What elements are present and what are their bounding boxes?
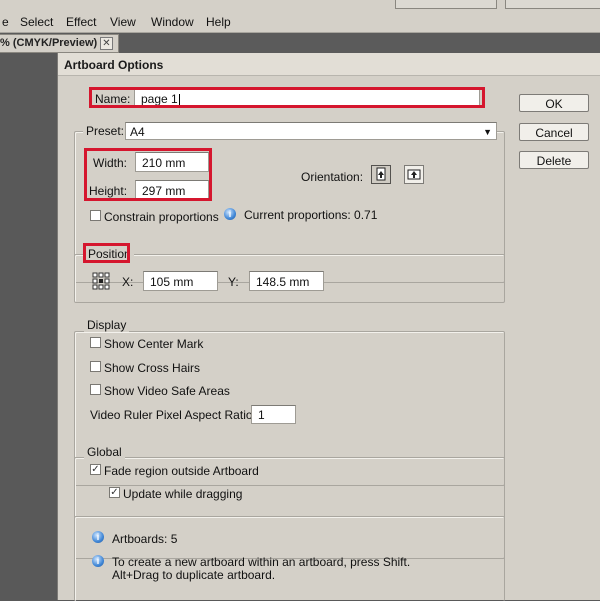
position-highlight-box (83, 243, 130, 263)
update-dragging-label: Update while dragging (123, 487, 243, 501)
document-tab-strip: % (CMYK/Preview) ✕ (0, 33, 600, 53)
name-highlight-box (89, 87, 485, 108)
x-position-value: 105 mm (150, 275, 194, 289)
show-center-mark-checkbox[interactable] (90, 337, 101, 348)
video-ratio-label: Video Ruler Pixel Aspect Ratio: (90, 408, 256, 422)
menu-item-window[interactable]: Window (151, 15, 194, 29)
artboards-count: Artboards: 5 (112, 532, 178, 546)
portrait-orientation-button[interactable] (371, 165, 391, 184)
update-dragging-checkbox[interactable]: ✓ (109, 487, 120, 498)
show-center-mark-label: Show Center Mark (104, 337, 204, 351)
document-tab-label: % (CMYK/Preview) (0, 37, 98, 49)
info-icon: i (92, 531, 104, 543)
close-icon[interactable]: ✕ (100, 37, 113, 50)
y-position-input[interactable]: 148.5 mm (249, 271, 324, 291)
menu-item-effect[interactable]: Effect (66, 15, 96, 29)
landscape-icon (407, 169, 421, 180)
info-text-line2: Alt+Drag to duplicate artboard. (112, 568, 276, 582)
info-icon: i (224, 208, 236, 220)
ok-button[interactable]: OK (519, 94, 589, 112)
delete-button[interactable]: Delete (519, 151, 589, 169)
info-icon: i (92, 555, 104, 567)
menu-item-help[interactable]: Help (206, 15, 231, 29)
preset-label: Preset: (83, 124, 128, 138)
display-title: Display (84, 318, 130, 332)
portrait-icon (376, 167, 386, 181)
video-ratio-input[interactable]: 1 (251, 405, 296, 424)
fade-region-checkbox[interactable]: ✓ (90, 464, 101, 475)
preset-select[interactable]: A4 ▼ (125, 122, 497, 140)
toolbar-field[interactable] (395, 0, 497, 9)
artboard-options-dialog: Artboard Options Name: page 1 OK Cancel … (57, 53, 600, 601)
dialog-titlebar: Artboard Options (58, 53, 600, 76)
cancel-button[interactable]: Cancel (519, 123, 589, 141)
constrain-proportions-label: Constrain proportions (104, 210, 219, 224)
show-cross-hairs-label: Show Cross Hairs (104, 361, 201, 375)
dialog-title: Artboard Options (64, 58, 164, 72)
menu-bar: e Select Effect View Window Help (0, 0, 600, 33)
search-field[interactable] (505, 0, 600, 9)
x-label: X: (122, 275, 134, 289)
reference-point-icon[interactable] (92, 272, 110, 290)
show-video-safe-checkbox[interactable] (90, 384, 101, 395)
preset-select-value: A4 (130, 125, 145, 139)
chevron-down-icon: ▼ (483, 127, 492, 137)
y-position-value: 148.5 mm (256, 275, 310, 289)
info-text-line1: To create a new artboard within an artbo… (112, 555, 411, 569)
menu-item-edit-partial[interactable]: e (2, 15, 9, 29)
orientation-label: Orientation: (301, 170, 364, 184)
show-cross-hairs-checkbox[interactable] (90, 361, 101, 372)
fade-region-label: Fade region outside Artboard (104, 464, 259, 478)
size-highlight-box (84, 148, 212, 201)
constrain-proportions-checkbox[interactable] (90, 210, 101, 221)
y-label: Y: (228, 275, 239, 289)
x-position-input[interactable]: 105 mm (143, 271, 218, 291)
current-proportions-text: Current proportions: 0.71 (244, 208, 378, 222)
menu-item-select[interactable]: Select (20, 15, 53, 29)
document-tab[interactable]: % (CMYK/Preview) ✕ (0, 34, 119, 53)
landscape-orientation-button[interactable] (404, 165, 424, 184)
video-ratio-value: 1 (258, 408, 265, 422)
menu-item-view[interactable]: View (110, 15, 136, 29)
global-title: Global (84, 445, 125, 459)
show-video-safe-label: Show Video Safe Areas (104, 384, 230, 398)
